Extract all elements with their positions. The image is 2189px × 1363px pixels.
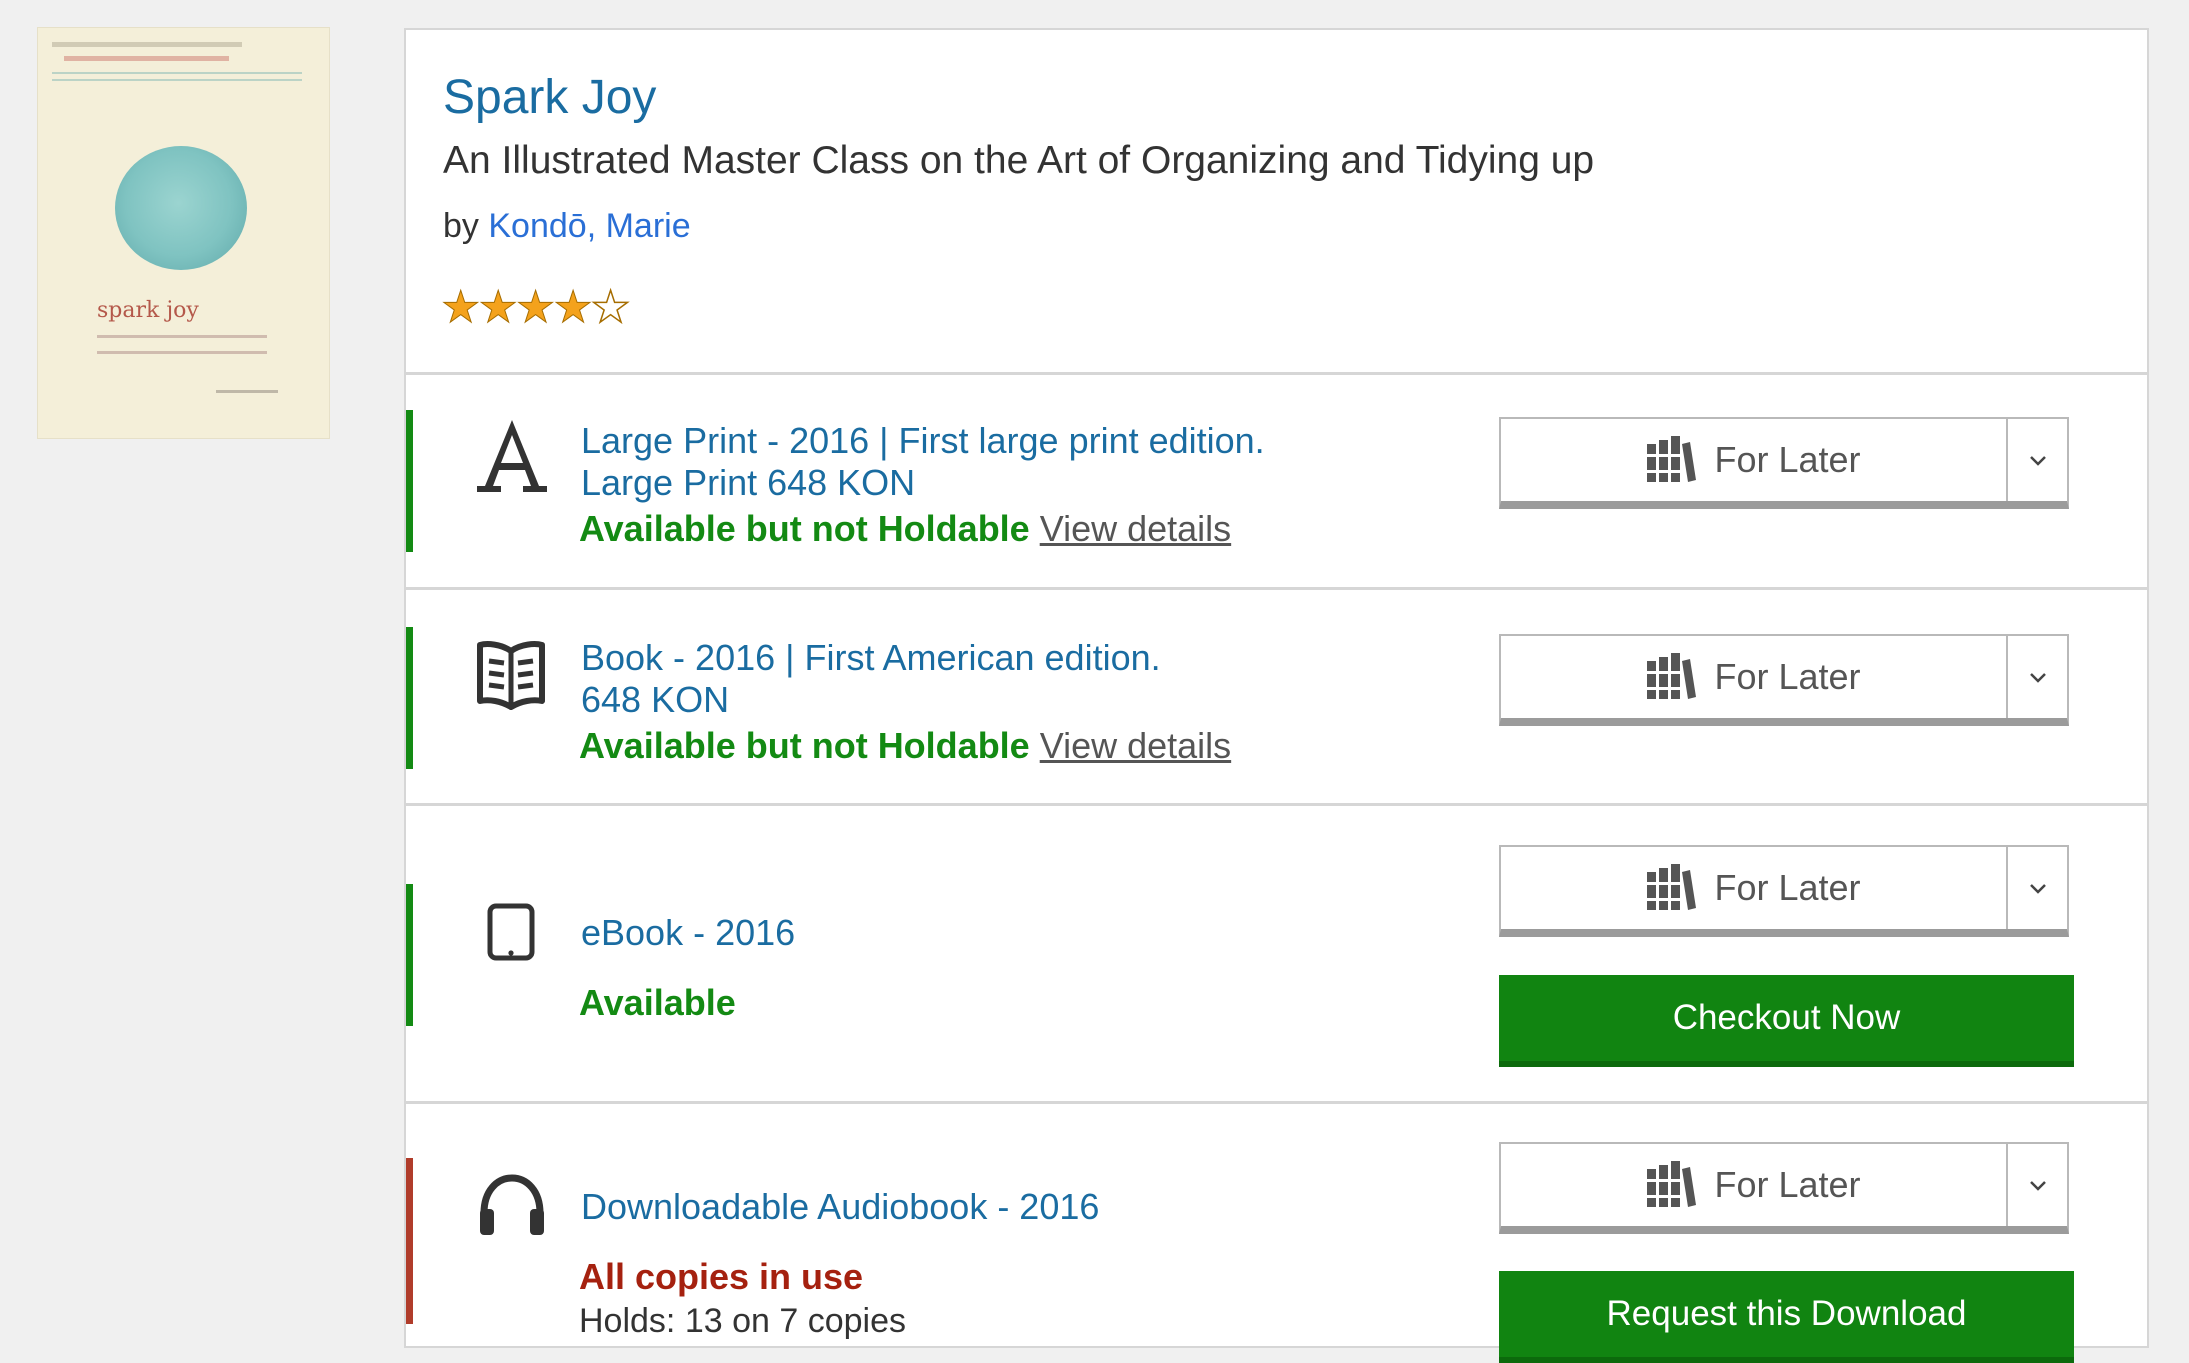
availability-bar [406,884,413,1026]
shelf-options-dropdown[interactable] [2008,636,2067,718]
call-number: Large Print 648 KON [581,462,916,503]
cover-circle-art [115,146,247,270]
chevron-down-icon [2029,1181,2046,1191]
for-later-button[interactable]: For Later [1501,419,2008,501]
for-later-label: For Later [1714,439,1861,480]
for-later-button[interactable]: For Later [1501,636,2008,718]
book-title[interactable]: Spark Joy [443,70,656,125]
section-divider [406,803,2147,806]
format-link-ebook[interactable]: eBook - 2016 [581,912,795,954]
star-rating: ★★★★★ [440,281,631,334]
format-title[interactable]: Large Print - 2016 | First large print e… [581,420,1265,462]
availability-status-row: Available but not Holdable View details [579,508,1231,550]
availability-status: Available [579,982,736,1023]
cover-tagline-decoration [52,42,242,47]
star-full-icon: ★ [478,282,518,334]
availability-status-row: Available but not Holdable View details [579,725,1231,767]
section-divider [406,372,2147,375]
cover-rule [52,79,302,81]
section-divider [406,1101,2147,1104]
tablet-icon [487,903,535,965]
for-later-label: For Later [1714,656,1861,697]
shelf-icon [1646,862,1697,914]
shelf-icon [1646,651,1697,703]
cover-subtagline-decoration [64,56,229,61]
for-later-button-group: For Later [1499,417,2069,509]
availability-status: Available but not Holdable [579,508,1030,549]
shelf-options-dropdown[interactable] [2008,1144,2067,1226]
star-full-icon: ★ [553,282,593,334]
cover-author-decoration [216,390,278,393]
for-later-button-group: For Later [1499,845,2069,937]
view-details-link[interactable]: View details [1040,725,1231,766]
availability-status-row: All copies in use [579,1256,863,1298]
chevron-down-icon [2029,673,2046,683]
book-icon [477,641,545,715]
for-later-button-group: For Later [1499,634,2069,726]
cover-rule [52,72,302,74]
format-link-large-print[interactable]: Large Print - 2016 | First large print e… [581,420,1265,504]
format-link-audiobook[interactable]: Downloadable Audiobook - 2016 [581,1186,1099,1228]
format-title[interactable]: Book - 2016 | First American edition. [581,637,1161,679]
format-title[interactable]: Downloadable Audiobook - 2016 [581,1186,1099,1228]
availability-bar [406,627,413,769]
large-print-icon [477,418,547,498]
cover-subtitle-decoration [97,335,267,338]
for-later-button[interactable]: For Later [1501,1144,2008,1226]
star-full-icon: ★ [440,282,480,334]
shelf-icon [1646,1159,1697,1211]
format-link-book[interactable]: Book - 2016 | First American edition. 64… [581,637,1161,721]
shelf-icon [1646,434,1697,486]
request-download-button[interactable]: Request this Download [1499,1271,2074,1363]
shelf-options-dropdown[interactable] [2008,419,2067,501]
availability-status-row: Available [579,982,736,1024]
availability-bar [406,410,413,552]
for-later-label: For Later [1714,1164,1861,1205]
shelf-options-dropdown[interactable] [2008,847,2067,929]
headphones-icon [477,1173,547,1241]
cover-title: spark joy [97,298,199,323]
byline-prefix: by [443,207,479,245]
checkout-now-button[interactable]: Checkout Now [1499,975,2074,1067]
availability-bar [406,1158,413,1324]
chevron-down-icon [2029,456,2046,466]
section-divider [406,587,2147,590]
book-cover-image[interactable]: spark joy [38,28,329,438]
call-number: 648 KON [581,679,730,720]
chevron-down-icon [2029,884,2046,894]
star-full-icon: ★ [515,282,555,334]
book-subtitle: An Illustrated Master Class on the Art o… [443,139,1595,182]
availability-status: All copies in use [579,1256,864,1297]
star-empty-icon: ★ [590,281,631,334]
view-details-link[interactable]: View details [1040,508,1231,549]
availability-status: Available but not Holdable [579,725,1030,766]
author-link[interactable]: Kondō, Marie [488,207,690,245]
for-later-button-group: For Later [1499,1142,2069,1234]
for-later-button[interactable]: For Later [1501,847,2008,929]
format-title[interactable]: eBook - 2016 [581,912,795,954]
for-later-label: For Later [1714,867,1861,908]
cover-subtitle-decoration [97,351,267,354]
byline: by Kondō, Marie [443,207,691,246]
holds-count: Holds: 13 on 7 copies [579,1302,906,1340]
page-gutter [2165,0,2189,1324]
